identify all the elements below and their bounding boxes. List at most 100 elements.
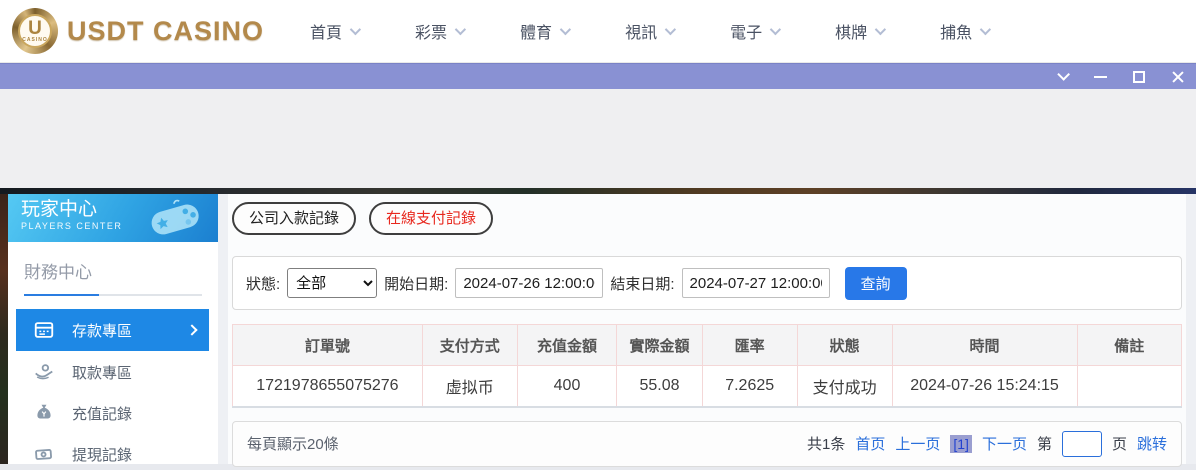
nav-item-cards[interactable]: 棋牌	[835, 19, 883, 43]
nav-label: 視訊	[625, 19, 657, 43]
cell-order-number: 1721978655075276	[233, 366, 423, 407]
sidebar-item-label: 提現記錄	[72, 444, 132, 465]
nav-label: 體育	[520, 19, 552, 43]
money-bag-icon	[33, 402, 55, 424]
main-area: 玩家中心 PLAYERS CENTER 財務中心	[0, 194, 1196, 470]
gamepad-icon	[142, 198, 208, 240]
players-center-header: 玩家中心 PLAYERS CENTER	[8, 194, 218, 242]
left-background-strip	[0, 194, 8, 464]
current-page-badge: [1]	[950, 435, 972, 453]
next-page-link[interactable]: 下一页	[982, 433, 1027, 454]
window-controls	[1053, 64, 1186, 89]
nav-label: 捕魚	[940, 19, 972, 43]
filter-bar: 狀態: 全部 開始日期: 結束日期: 查詢	[232, 256, 1182, 310]
chevron-down-icon	[980, 24, 991, 35]
first-page-link[interactable]: 首页	[855, 433, 885, 454]
logo-coin-inner: U CASINO	[18, 14, 52, 48]
sidebar: 玩家中心 PLAYERS CENTER 財務中心	[8, 194, 218, 464]
window-title-bar	[0, 63, 1196, 89]
sidebar-item-deposit-zone[interactable]: 存款專區	[16, 309, 209, 351]
start-date-input[interactable]	[455, 268, 603, 298]
cell-exchange-rate: 7.2625	[702, 366, 797, 407]
status-label: 狀態:	[246, 273, 280, 294]
sidebar-item-withdraw-zone[interactable]: 取款專區	[16, 352, 209, 392]
minimize-icon[interactable]	[1092, 69, 1108, 85]
col-time: 時間	[892, 325, 1077, 366]
finance-title-underline	[24, 294, 202, 296]
chevron-down-icon	[350, 24, 361, 35]
chevron-down-icon	[560, 24, 571, 35]
cell-status: 支付成功	[797, 366, 892, 407]
cell-recharge-amount: 400	[517, 366, 617, 407]
col-recharge-amount: 充值金額	[517, 325, 617, 366]
main-nav: 首頁 彩票 體育 視訊 電子 棋牌 捕魚	[310, 19, 988, 43]
table-row: 1721978655075276 虚拟币 400 55.08 7.2625 支付…	[233, 366, 1182, 407]
close-icon[interactable]	[1170, 69, 1186, 85]
finance-center-title: 財務中心	[24, 258, 202, 294]
logo-wordmark: USDT CASINO	[67, 16, 264, 47]
status-select[interactable]: 全部	[287, 268, 377, 298]
tab-online-payment-records[interactable]: 在線支付記錄	[369, 202, 493, 235]
search-button[interactable]: 查詢	[845, 267, 907, 300]
empty-gray-band	[0, 89, 1196, 188]
nav-item-home[interactable]: 首頁	[310, 19, 358, 43]
logo-coin-icon: U CASINO	[12, 8, 58, 54]
top-navigation-bar: U CASINO USDT CASINO 首頁 彩票 體育 視訊 電子 棋牌	[0, 0, 1196, 63]
nav-label: 電子	[730, 19, 762, 43]
cell-payment-method: 虚拟币	[422, 366, 517, 407]
end-date-label: 結束日期:	[610, 273, 674, 294]
nav-label: 棋牌	[835, 19, 867, 43]
sidebar-menu: 存款專區 取款專區 充值記錄 提現記錄	[8, 309, 218, 474]
cell-time: 2024-07-26 15:24:15	[892, 366, 1077, 407]
withdraw-hand-icon	[33, 361, 55, 383]
chevron-down-icon	[770, 24, 781, 35]
nav-item-live[interactable]: 視訊	[625, 19, 673, 43]
jump-prefix-label: 第	[1037, 433, 1052, 454]
nav-item-lottery[interactable]: 彩票	[415, 19, 463, 43]
sidebar-item-recharge-records[interactable]: 充值記錄	[16, 393, 209, 433]
col-status: 狀態	[797, 325, 892, 366]
chevron-down-icon	[875, 24, 886, 35]
jump-button[interactable]: 跳转	[1137, 433, 1167, 454]
page-size-text: 每頁顯示20條	[247, 433, 339, 454]
nav-label: 首頁	[310, 19, 342, 43]
start-date-label: 開始日期:	[384, 273, 448, 294]
chevron-down-icon	[455, 24, 466, 35]
nav-item-sports[interactable]: 體育	[520, 19, 568, 43]
cell-actual-amount: 55.08	[617, 366, 702, 407]
content-panel: 公司入款記錄 在線支付記錄 狀態: 全部 開始日期: 結束日期: 查詢 訂單號 …	[228, 194, 1186, 464]
chevron-down-icon[interactable]	[1053, 69, 1069, 85]
records-table: 訂單號 支付方式 充值金額 實際金額 匯率 狀態 時間 備註 172197865…	[232, 324, 1182, 408]
chevron-down-icon	[665, 24, 676, 35]
nav-label: 彩票	[415, 19, 447, 43]
col-exchange-rate: 匯率	[702, 325, 797, 366]
sidebar-item-withdrawal-records[interactable]: 提現記錄	[16, 434, 209, 474]
prev-page-link[interactable]: 上一页	[895, 433, 940, 454]
col-remark: 備註	[1077, 325, 1181, 366]
deposit-card-icon	[33, 319, 55, 341]
nav-item-slots[interactable]: 電子	[730, 19, 778, 43]
tab-company-deposit-records[interactable]: 公司入款記錄	[232, 202, 356, 235]
sidebar-item-label: 取款專區	[72, 362, 132, 383]
total-count-text: 共1条	[807, 433, 845, 454]
site-logo[interactable]: U CASINO USDT CASINO	[12, 8, 264, 54]
record-tabs: 公司入款記錄 在線支付記錄	[232, 202, 1182, 235]
logo-letter: U	[28, 20, 42, 37]
maximize-glyph	[1133, 71, 1145, 83]
page-jump-input[interactable]	[1062, 431, 1102, 457]
jump-suffix-label: 页	[1112, 433, 1127, 454]
col-payment-method: 支付方式	[422, 325, 517, 366]
sidebar-item-label: 存款專區	[72, 320, 132, 341]
table-header-row: 訂單號 支付方式 充值金額 實際金額 匯率 狀態 時間 備註	[233, 325, 1182, 366]
chevron-glyph	[1057, 68, 1070, 81]
maximize-icon[interactable]	[1131, 69, 1147, 85]
end-date-input[interactable]	[682, 268, 830, 298]
banknote-icon	[33, 443, 55, 465]
logo-emblem-sub: CASINO	[22, 37, 47, 43]
cell-remark	[1077, 366, 1181, 407]
sidebar-item-label: 充值記錄	[72, 403, 132, 424]
nav-item-fishing[interactable]: 捕魚	[940, 19, 988, 43]
col-actual-amount: 實際金額	[617, 325, 702, 366]
chevron-right-icon	[186, 324, 197, 335]
pagination-bar: 每頁顯示20條 共1条 首页 上一页 [1] 下一页 第 页 跳转	[232, 421, 1182, 467]
